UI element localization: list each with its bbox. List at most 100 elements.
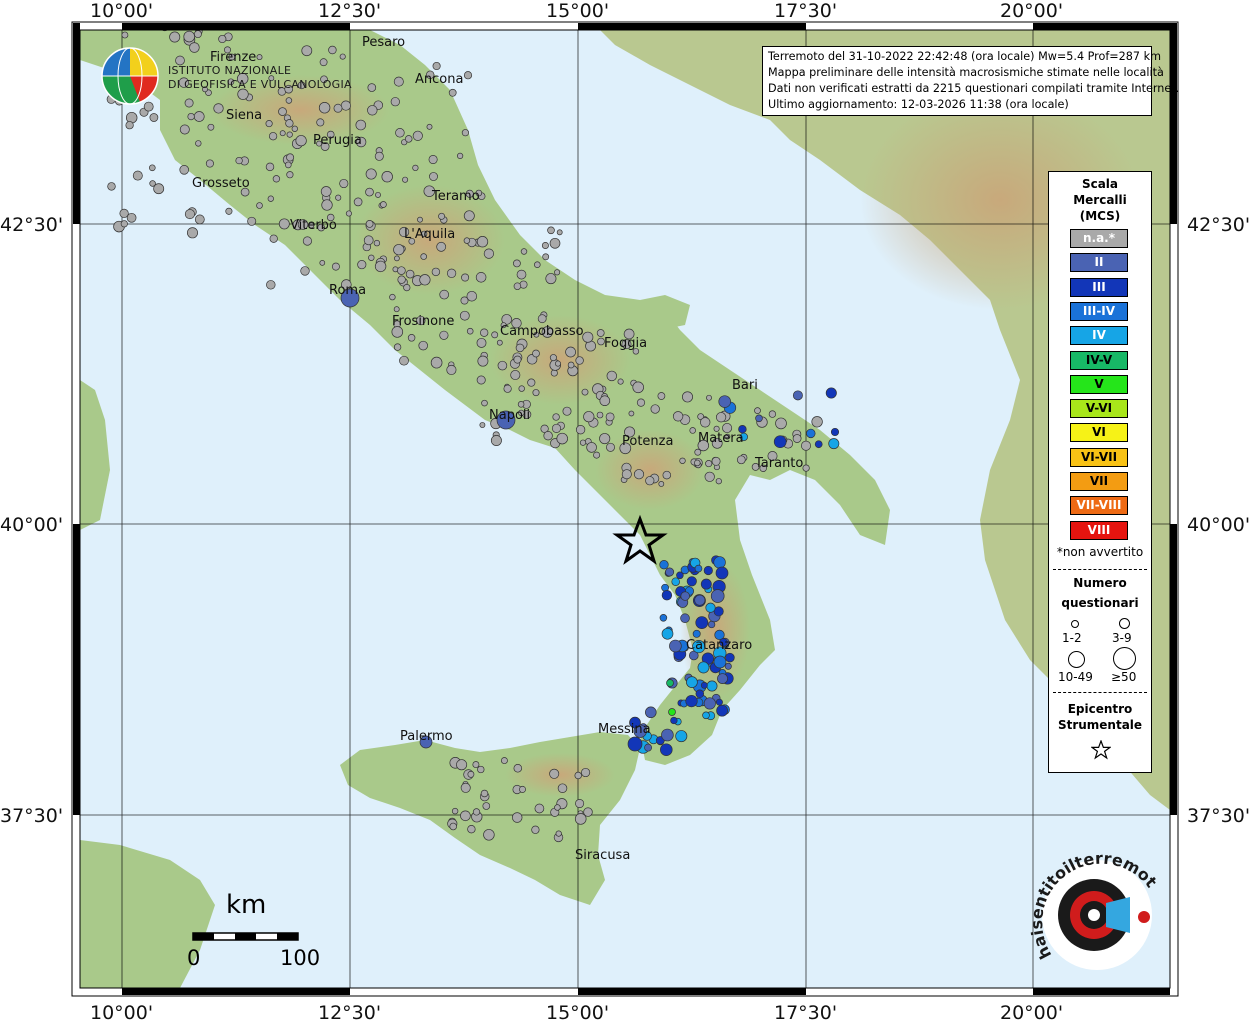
intensity-point [417, 216, 423, 223]
intensity-point [542, 253, 550, 261]
intensity-point [380, 201, 387, 208]
intensity-point [575, 798, 585, 809]
intensity-point [661, 590, 673, 601]
ingv-logo-line2: DI GEOFISICA E VULCANOLOGIA [168, 78, 352, 91]
intensity-point [353, 197, 363, 207]
intensity-point [321, 199, 333, 211]
info-line-description: Mappa preliminare delle intensità macros… [768, 66, 1164, 79]
intensity-point [658, 481, 665, 487]
hst-logo-text: haisentitoilterremoto.it [1030, 850, 1161, 962]
intensity-point [549, 237, 561, 249]
intensity-point [169, 31, 181, 43]
intensity-point [532, 349, 540, 358]
intensity-point [513, 282, 522, 290]
intensity-point [680, 613, 690, 623]
scale-unit: km [226, 890, 267, 920]
intensity-point [467, 825, 476, 834]
intensity-point [686, 576, 697, 587]
intensity-point [644, 743, 653, 752]
intensity-point [583, 411, 595, 423]
city-label: Matera [698, 431, 744, 446]
intensity-point [814, 440, 823, 449]
mcs-item: VI-VII [1070, 447, 1128, 467]
intensity-point [510, 369, 521, 381]
intensity-point [724, 662, 732, 670]
intensity-point [319, 58, 328, 67]
intensity-point [393, 306, 400, 313]
intensity-point [710, 589, 725, 603]
intensity-point [627, 736, 643, 752]
intensity-point [269, 234, 278, 243]
intensity-point [432, 61, 441, 71]
intensity-point [436, 241, 447, 252]
intensity-point [811, 416, 823, 428]
count-title-2: questionari [1061, 596, 1139, 610]
intensity-point [125, 121, 134, 130]
intensity-point [335, 194, 342, 201]
legend-divider-1 [1053, 569, 1147, 570]
intensity-point [605, 412, 615, 422]
intensity-point [713, 655, 727, 669]
city-label: Campobasso [500, 324, 584, 339]
intensity-point [193, 111, 205, 122]
intensity-point [286, 171, 294, 179]
intensity-point [302, 236, 312, 246]
intensity-point [537, 314, 547, 324]
ingv-logo-line1: ISTITUTO NAZIONALE [168, 64, 292, 77]
intensity-point [407, 334, 416, 342]
intensity-point [460, 782, 471, 793]
intensity-point [666, 679, 674, 687]
legend-title-1: Scala [1081, 177, 1119, 191]
intensity-point [554, 804, 561, 811]
intensity-point [412, 130, 423, 141]
intensity-point [402, 176, 409, 183]
intensity-point [671, 577, 680, 586]
intensity-point [645, 706, 657, 719]
intensity-point [363, 235, 374, 246]
lon-label-top-3: 15°00' [546, 0, 610, 22]
intensity-point [291, 125, 298, 132]
svg-text:haisentitoilterremoto.it: haisentitoilterremoto.it [1030, 850, 1161, 962]
intensity-point [713, 556, 726, 569]
intensity-point [365, 168, 377, 180]
lon-label-bottom-2: 12°30' [318, 1002, 382, 1024]
intensity-point [574, 771, 582, 780]
intensity-point [189, 42, 200, 53]
intensity-point [483, 248, 495, 259]
intensity-point [179, 124, 190, 135]
intensity-point [419, 274, 431, 286]
intensity-point [516, 269, 527, 280]
intensity-point [567, 361, 575, 369]
intensity-point [218, 34, 227, 44]
intensity-point [205, 159, 214, 168]
intensity-point [121, 31, 129, 39]
intensity-point [456, 152, 464, 160]
mcs-item: n.a.* [1070, 229, 1128, 248]
intensity-point [565, 346, 576, 358]
intensity-point [279, 130, 286, 137]
intensity-point [393, 76, 404, 87]
intensity-point [705, 602, 716, 613]
intensity-point [395, 128, 405, 138]
intensity-point [482, 802, 491, 810]
intensity-point [692, 629, 701, 638]
intensity-point [547, 226, 555, 235]
intensity-point [463, 210, 475, 222]
intensity-point [266, 280, 276, 290]
intensity-point [429, 172, 438, 181]
intensity-point [355, 119, 367, 131]
intensity-point [393, 244, 405, 256]
intensity-point [555, 360, 561, 367]
intensity-point [575, 356, 584, 365]
intensity-point [681, 391, 694, 403]
info-line-event: Terremoto del 31-10-2022 22:42:48 (ora l… [768, 50, 1161, 63]
intensity-point [331, 262, 340, 271]
intensity-point [195, 140, 202, 147]
intensity-point [694, 594, 706, 606]
intensity-point [459, 310, 470, 321]
intensity-point [272, 175, 281, 183]
count-label-1-2: 1-2 [1062, 631, 1082, 645]
epicenter-title-1: Epicentro [1067, 702, 1133, 716]
intensity-point [256, 54, 263, 61]
intensity-point [267, 195, 274, 202]
